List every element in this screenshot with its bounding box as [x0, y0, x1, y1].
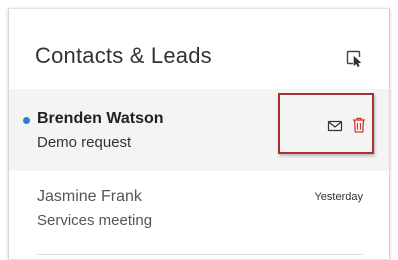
contact-subject: Services meeting [37, 212, 153, 229]
contact-timestamp: Yesterday [314, 191, 363, 203]
contacts-panel: Contacts & Leads Brenden Watson Demo req… [8, 8, 390, 259]
contact-row-brenden-watson[interactable]: Brenden Watson Demo request [9, 89, 389, 171]
panel-header: Contacts & Leads [9, 9, 389, 89]
screenshot-stage: Contacts & Leads Brenden Watson Demo req… [0, 0, 398, 260]
contact-name: Brenden Watson [37, 110, 164, 127]
contact-name: Jasmine Frank [37, 188, 142, 205]
panel-title: Contacts & Leads [35, 43, 212, 68]
unread-indicator [23, 117, 30, 124]
pointer-select-icon[interactable] [345, 49, 363, 67]
contact-subject: Demo request [37, 134, 132, 151]
mail-icon[interactable] [327, 118, 343, 134]
contact-row-jasmine-frank[interactable]: Jasmine Frank Yesterday Services meeting [9, 179, 389, 259]
row-divider [37, 254, 363, 255]
trash-icon[interactable] [351, 116, 367, 133]
